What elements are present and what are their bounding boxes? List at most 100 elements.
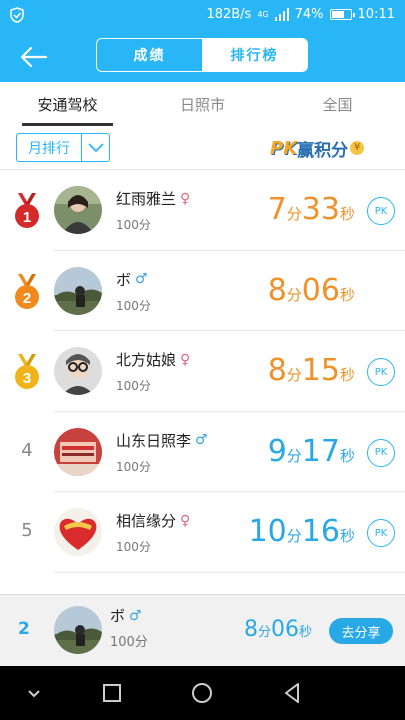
exam-time: 7 分 33 秒: [268, 192, 355, 227]
back-arrow-icon[interactable]: [18, 42, 50, 72]
time-seconds-unit: 秒: [339, 527, 355, 545]
battery-percent: 74%: [294, 7, 324, 22]
user-name: 相信缘分 ♀: [116, 510, 190, 531]
pk-button[interactable]: PK: [367, 438, 395, 467]
clock: 10:11: [357, 7, 395, 22]
time-seconds: 06: [301, 272, 340, 308]
my-name-text: ボ: [110, 607, 126, 625]
segment-scores[interactable]: 成绩: [97, 39, 202, 71]
time-minutes: 10: [248, 514, 287, 549]
time-minutes-unit: 分: [286, 527, 302, 545]
user-score: 100分: [116, 298, 151, 313]
rank-number: 5: [21, 520, 33, 541]
rank-number: 4: [21, 439, 33, 461]
period-dropdown[interactable]: 月排行: [16, 133, 110, 162]
my-rank-number: 2: [18, 619, 30, 639]
exam-time: 8 分 06 秒: [268, 273, 355, 308]
time-minutes-unit: 分: [286, 366, 302, 384]
network-type: 4G: [257, 10, 269, 19]
recent-apps-icon[interactable]: [98, 679, 126, 707]
pk-banner-text: 赢积分: [297, 140, 349, 161]
pk-button[interactable]: PK: [367, 197, 395, 225]
medal-rank-2: 2: [23, 290, 31, 307]
chevron-down-icon: [82, 142, 109, 153]
signal-icon: [274, 8, 289, 21]
time-minutes: 8: [267, 353, 287, 388]
home-icon[interactable]: [188, 679, 216, 707]
time-seconds: 06: [270, 617, 299, 642]
user-score: 100分: [116, 218, 151, 232]
back-icon[interactable]: [278, 679, 306, 707]
user-name-text: 山东日照李: [116, 431, 192, 450]
female-gender-icon: ♀: [180, 351, 191, 368]
avatar: [54, 606, 102, 654]
battery-icon: [329, 9, 355, 20]
user-name: 红雨雅兰 ♀: [116, 188, 190, 209]
avatar: [54, 427, 102, 476]
period-label: 月排行: [28, 140, 70, 157]
avatar: [54, 186, 102, 234]
ranking-row-3[interactable]: 3 北方姑娘 ♀ 100分 8 分 15 秒 PK: [0, 331, 405, 412]
share-button[interactable]: 去分享: [329, 618, 393, 644]
user-name: ボ ♂: [116, 269, 148, 290]
time-minutes-unit: 分: [286, 285, 302, 304]
my-ranking-bar: 2 ボ ♂ 100分 8 分 06 秒 去分享: [0, 594, 405, 666]
user-name-text: 北方姑娘: [116, 351, 177, 369]
avatar: [54, 508, 102, 556]
shield-icon: [10, 7, 24, 23]
tab-city[interactable]: 日照市: [135, 82, 270, 126]
status-bar: 182B/s 4G 74% 10:11: [0, 0, 405, 32]
user-name-text: ボ: [116, 270, 132, 289]
filter-row: 月排行 PK 赢积分 ¥: [0, 126, 405, 170]
medal-rank-1: 1: [23, 209, 31, 226]
red-medal-icon: 1: [15, 193, 39, 228]
app-bar: 成绩 排行榜: [0, 32, 405, 82]
chevron-down-icon[interactable]: [20, 679, 48, 707]
time-minutes: 9: [267, 433, 287, 469]
pk-banner-logo: PK: [270, 137, 298, 159]
time-minutes-unit: 分: [257, 625, 271, 640]
segment-leaderboard[interactable]: 排行榜: [202, 39, 307, 71]
time-seconds-unit: 秒: [339, 285, 355, 304]
avatar: [54, 266, 102, 315]
scope-tabs: 安通驾校 日照市 全国: [0, 82, 405, 126]
user-name-text: 红雨雅兰: [116, 190, 177, 208]
orange-medal-icon: 2: [15, 273, 39, 309]
user-name-text: 相信缘分: [116, 512, 177, 530]
time-seconds-unit: 秒: [339, 366, 355, 384]
female-gender-icon: ♀: [180, 512, 191, 529]
exam-time: 9 分 17 秒: [268, 434, 355, 469]
network-speed: 182B/s: [206, 7, 252, 22]
user-name: 北方姑娘 ♀: [116, 349, 190, 370]
coin-icon: ¥: [350, 141, 365, 155]
pk-button[interactable]: PK: [367, 358, 395, 386]
time-minutes: 8: [243, 617, 258, 642]
ranking-row-4[interactable]: 4 山东日照李 ♂ 100分 9 分 17 秒 PK: [0, 412, 405, 492]
gold-medal-icon: 3: [15, 354, 39, 389]
ranking-row-1[interactable]: 1 红雨雅兰 ♀ 100分 7 分 33 秒 PK: [0, 170, 405, 251]
tab-national[interactable]: 全国: [270, 82, 405, 126]
user-score: 100分: [116, 459, 151, 474]
time-minutes: 8: [267, 272, 287, 308]
time-seconds-unit: 秒: [298, 625, 312, 640]
time-seconds: 17: [301, 433, 340, 469]
ranking-list: 1 红雨雅兰 ♀ 100分 7 分 33 秒 PK 2 ボ ♂ 100分 8 分…: [0, 170, 405, 573]
user-score: 100分: [116, 540, 151, 554]
pk-win-points-banner[interactable]: PK 赢积分 ¥: [270, 134, 394, 162]
tab-school[interactable]: 安通驾校: [0, 82, 135, 126]
time-seconds: 33: [301, 192, 340, 227]
ranking-row-5[interactable]: 5 相信缘分 ♀ 100分 10 分 16 秒 PK: [0, 492, 405, 573]
time-seconds: 16: [301, 514, 340, 549]
ranking-row-2[interactable]: 2 ボ ♂ 100分 8 分 06 秒: [0, 251, 405, 331]
time-seconds: 15: [301, 353, 340, 388]
time-seconds-unit: 秒: [339, 446, 355, 465]
pk-button[interactable]: PK: [367, 519, 395, 547]
medal-rank-3: 3: [23, 370, 31, 387]
segment-control: 成绩 排行榜: [96, 38, 308, 72]
user-name: 山东日照李 ♂: [116, 430, 208, 451]
user-score: 100分: [116, 379, 151, 393]
my-score: 100分: [110, 635, 148, 650]
male-gender-icon: ♂: [129, 607, 142, 624]
male-gender-icon: ♂: [195, 432, 208, 448]
time-minutes-unit: 分: [286, 446, 302, 465]
